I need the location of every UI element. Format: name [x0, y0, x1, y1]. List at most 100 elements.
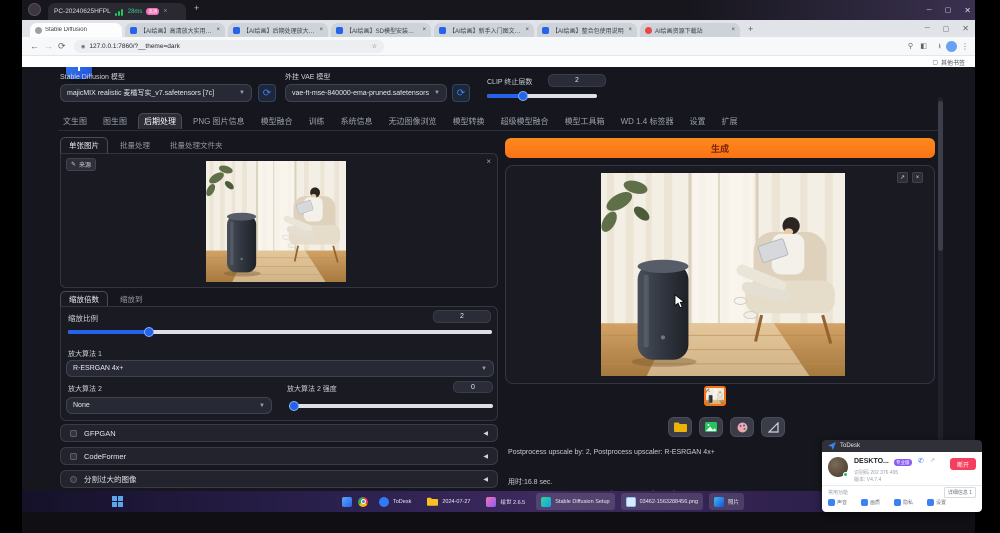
taskbar-item-sd-setup[interactable]: Stable Diffusion Setup: [536, 493, 614, 510]
quick-action-quality[interactable]: 画质: [861, 499, 880, 506]
tab-txt2img[interactable]: 文生图: [58, 114, 92, 129]
site-info-icon[interactable]: ◉: [81, 44, 85, 50]
upscaler2-dropdown[interactable]: None▼: [66, 397, 272, 414]
tab-close-icon[interactable]: ×: [628, 27, 632, 33]
tab-model-converter[interactable]: 模型转换: [448, 114, 490, 129]
profile-avatar[interactable]: [946, 41, 957, 52]
browser-tab-active[interactable]: Stable Diffusion: [30, 23, 122, 37]
minimize-icon[interactable]: ─: [927, 7, 932, 14]
start-button[interactable]: [112, 496, 123, 507]
checkbox[interactable]: [70, 476, 77, 483]
tab-close-icon[interactable]: ×: [525, 27, 529, 33]
checkbox[interactable]: [70, 453, 77, 460]
browser-tab[interactable]: 【AI绘画】后期处理放大算法×: [228, 23, 328, 37]
checkbox[interactable]: [70, 430, 77, 437]
taskbar-item-png-file[interactable]: 03462-1563288456.png: [621, 493, 703, 510]
quick-action-privacy[interactable]: 隐私: [894, 499, 913, 506]
slider-knob[interactable]: [144, 327, 154, 337]
tab-wd14-tagger[interactable]: WD 1.4 标签器: [616, 114, 679, 129]
quick-action-sound[interactable]: 声音: [828, 499, 847, 506]
input-image[interactable]: [206, 161, 346, 282]
browser-tab[interactable]: 【AI绘画】新手入门图文教程×: [434, 23, 534, 37]
new-tab-button[interactable]: +: [748, 24, 753, 34]
sd-model-dropdown[interactable]: majicMIX realistic 麦橘写实_v7.safetensors […: [60, 84, 252, 102]
expand-icon[interactable]: ↗: [897, 172, 908, 183]
clear-image-icon[interactable]: ×: [486, 157, 491, 166]
refresh-icon[interactable]: ⟳: [58, 37, 66, 56]
tab-system-info[interactable]: 系统信息: [336, 114, 378, 129]
refresh-models-button[interactable]: ⟳: [258, 84, 276, 102]
tab-super-merger[interactable]: 超级模型融合: [496, 114, 554, 129]
address-bar[interactable]: ◉ 127.0.0.1:7860/?__theme=dark ☆: [74, 40, 384, 53]
browser-tab[interactable]: AI绘画资源下载站×: [640, 23, 740, 37]
taskbar-item-todesk[interactable]: ToDesk: [374, 493, 416, 510]
extension-icon[interactable]: ⚲: [908, 37, 913, 56]
tab-extensions[interactable]: 扩展: [716, 114, 742, 129]
quick-action-settings[interactable]: 设置: [927, 499, 946, 506]
accordion-gfpgan[interactable]: GFPGAN ◀: [60, 424, 498, 442]
chrome-icon[interactable]: [358, 497, 368, 507]
download-icon[interactable]: ⭳: [939, 37, 941, 56]
subtab-batch-process[interactable]: 批量处理: [112, 138, 158, 153]
subtab-single-image[interactable]: 单张图片: [60, 137, 108, 154]
result-thumbnail[interactable]: [704, 386, 726, 406]
upscaler1-dropdown[interactable]: R-ESRGAN 4x+▼: [66, 360, 494, 377]
ruler-button[interactable]: [761, 417, 785, 437]
palette-button[interactable]: [730, 417, 754, 437]
scale-slider[interactable]: [68, 330, 492, 334]
output-image[interactable]: [601, 173, 845, 376]
call-icon[interactable]: ✆: [918, 457, 924, 465]
tab-checkpoint-merger[interactable]: 模型融合: [256, 114, 298, 129]
generate-button[interactable]: 生成: [505, 138, 935, 158]
tab-close-icon[interactable]: ×: [319, 27, 323, 33]
tab-infinite-browser[interactable]: 无边图像浏览: [384, 114, 442, 129]
tab-close-icon[interactable]: ×: [216, 27, 220, 33]
todesk-popup-header[interactable]: ToDesk: [822, 440, 982, 452]
scale-value[interactable]: 2: [433, 310, 491, 323]
accordion-split-oversize[interactable]: 分割过大的图像 ◀: [60, 470, 498, 488]
browser-tab[interactable]: 【AI绘画】整合包使用说明×: [537, 23, 637, 37]
slider-knob[interactable]: [289, 401, 299, 411]
browser-tab[interactable]: 【AI绘画】高清放大实用教程×: [125, 23, 225, 37]
menu-kebab-icon[interactable]: ⋮: [961, 37, 969, 56]
tab-close-icon[interactable]: ×: [422, 27, 426, 33]
scrollbar-thumb[interactable]: [938, 101, 943, 251]
subtab-batch-folder[interactable]: 批量处理文件夹: [162, 138, 231, 153]
tab-scale-to[interactable]: 缩放到: [112, 292, 151, 307]
browser-tab[interactable]: 【AI绘画】SD模型安装方法×: [331, 23, 431, 37]
tab-train[interactable]: 训练: [304, 114, 330, 129]
back-icon[interactable]: ←: [30, 37, 39, 56]
remote-session-tab[interactable]: PC-20240625HFPL 28ms 高清 ×: [48, 3, 186, 20]
clip-skip-value[interactable]: 2: [548, 74, 606, 87]
share-icon[interactable]: ↗: [930, 457, 935, 464]
refresh-vae-button[interactable]: ⟳: [452, 84, 470, 102]
save-image-button[interactable]: [699, 417, 723, 437]
disconnect-button[interactable]: 断开: [950, 458, 976, 470]
taskbar-item-photos[interactable]: 照片: [709, 493, 744, 510]
source-image-dropzone[interactable]: ✎来源 ×: [60, 153, 498, 288]
tab-img2img[interactable]: 图生图: [98, 114, 132, 129]
puzzle-icon[interactable]: ◧: [920, 37, 927, 56]
details-button[interactable]: 详细信息 1: [944, 487, 976, 498]
bookmark-star-icon[interactable]: ☆: [372, 43, 377, 50]
accordion-codeformer[interactable]: CodeFormer ◀: [60, 447, 498, 465]
slider-knob[interactable]: [518, 91, 528, 101]
close-icon[interactable]: ✕: [964, 6, 971, 15]
vae-dropdown[interactable]: vae-ft-mse-840000-ema-pruned.safetensors…: [285, 84, 447, 102]
new-session-button[interactable]: +: [194, 3, 199, 13]
forward-icon[interactable]: →: [44, 37, 53, 56]
tab-png-info[interactable]: PNG 图片信息: [188, 114, 250, 129]
upscaler2-visibility-value[interactable]: 0: [453, 381, 493, 393]
tab-extras[interactable]: 后期处理: [138, 113, 182, 129]
open-folder-button[interactable]: [668, 417, 692, 437]
other-bookmarks-button[interactable]: ▢ 其他书签: [932, 58, 965, 67]
widgets-icon[interactable]: [342, 497, 352, 507]
tab-settings[interactable]: 设置: [684, 114, 710, 129]
tab-model-toolkit[interactable]: 模型工具箱: [560, 114, 610, 129]
clip-skip-slider[interactable]: [487, 94, 597, 98]
maximize-icon[interactable]: ▢: [945, 6, 952, 14]
close-session-icon[interactable]: ×: [163, 8, 167, 15]
taskbar-item-launcher[interactable]: 绘世 2.6.5: [481, 493, 530, 510]
minimize-icon[interactable]: ─: [925, 25, 930, 32]
close-icon[interactable]: ✕: [962, 24, 969, 33]
